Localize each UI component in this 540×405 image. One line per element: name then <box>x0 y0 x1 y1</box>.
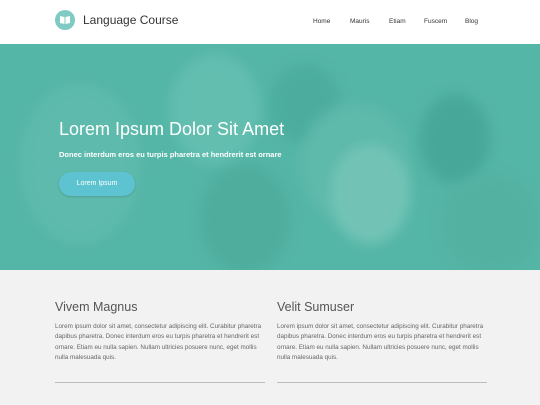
column-divider <box>277 382 487 383</box>
main-nav: Home Mauris Etiam Fuscem Blog <box>0 18 540 30</box>
nav-blog[interactable]: Blog <box>465 18 478 25</box>
column-title: Vivem Magnus <box>55 300 138 314</box>
feature-column-1: Vivem Magnus Lorem ipsum dolor sit amet,… <box>55 300 265 383</box>
column-text: Lorem ipsum dolor sit amet, consectetur … <box>55 323 262 361</box>
nav-home[interactable]: Home <box>313 18 330 25</box>
site-header: Language Course Home Mauris Etiam Fuscem… <box>0 0 540 44</box>
column-divider <box>55 382 265 383</box>
nav-mauris[interactable]: Mauris <box>350 18 370 25</box>
hero-cta-button[interactable]: Lorem Ipsum <box>59 172 135 196</box>
hero-subtitle: Donec interdum eros eu turpis pharetra e… <box>59 150 282 159</box>
hero-title: Lorem Ipsum Dolor Sit Amet <box>59 119 285 139</box>
nav-fuscem[interactable]: Fuscem <box>424 18 447 25</box>
nav-etiam[interactable]: Etiam <box>389 18 406 25</box>
column-title: Velit Sumuser <box>277 300 355 314</box>
column-text: Lorem ipsum dolor sit amet, consectetur … <box>277 323 484 361</box>
feature-column-2: Velit Sumuser Lorem ipsum dolor sit amet… <box>277 300 487 383</box>
